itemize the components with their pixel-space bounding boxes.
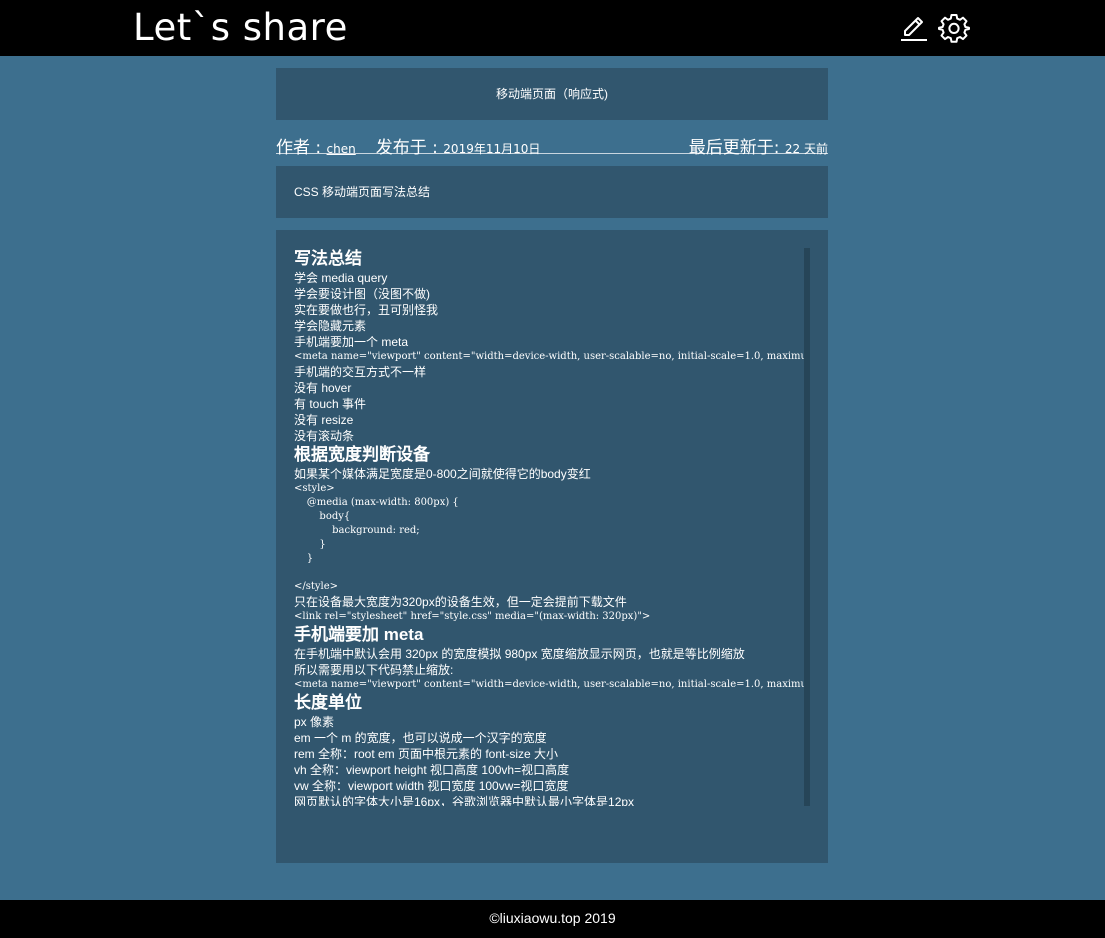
content-line: 学会要设计图（没图不做)	[294, 287, 430, 301]
code-line: <meta name="viewport" content="width=dev…	[294, 351, 806, 362]
content-scrollbar-thumb[interactable]	[804, 248, 810, 806]
content-line: 网页默认的字体大小是16px，谷歌浏览器中默认最小字体是12px	[294, 795, 635, 806]
content-line: 只在设备最大宽度为320px的设备生效，但一定会提前下载文件	[294, 595, 627, 609]
content-line: 如果某个媒体满足宽度是0-800之间就使得它的body变红	[294, 467, 591, 481]
content-line: 没有滚动条	[294, 429, 355, 443]
footer: ©liuxiaowu.top 2019	[0, 900, 1105, 938]
content-line: 在手机端中默认会用 320px 的宽度模拟 980px 宽度缩放显示网页，也就是…	[294, 647, 745, 661]
post-title: 移动端页面（响应式)	[496, 87, 608, 101]
code-line: <link rel="stylesheet" href="style.css" …	[294, 611, 651, 622]
post-content-panel: 写法总结 学会 media query 学会要设计图（没图不做) 实在要做也行，…	[276, 230, 828, 863]
post-title-panel: 移动端页面（响应式)	[276, 68, 828, 120]
content-line: vw 全称：viewport width 视口宽度 100vw=视口宽度	[294, 779, 569, 793]
content-line: 没有 resize	[294, 413, 354, 427]
code-line: <meta name="viewport" content="width=dev…	[294, 679, 806, 690]
post-content[interactable]: 写法总结 学会 media query 学会要设计图（没图不做) 实在要做也行，…	[294, 248, 806, 806]
content-line: 有 touch 事件	[294, 397, 367, 411]
code-block: <style> @media (max-width: 800px) { body…	[294, 483, 459, 592]
content-line: 所以需要用以下代码禁止缩放:	[294, 663, 454, 677]
section-heading: 手机端要加 meta	[294, 625, 424, 644]
content-line: 学会隐藏元素	[294, 319, 367, 333]
updated-value: 22 天前	[784, 142, 828, 156]
post-meta: 作者 : chen 发布于 : 2019年11月10日 最后更新于: 22 天前	[276, 130, 828, 158]
published-date: 2019年11月10日	[443, 142, 541, 156]
published-label: 发布于 :	[375, 138, 444, 158]
content-scrollbar[interactable]	[804, 248, 810, 806]
content-line: 没有 hover	[294, 381, 352, 395]
edit-button[interactable]	[898, 12, 930, 44]
post-meta-right: 最后更新于: 22 天前	[689, 133, 828, 158]
post-meta-left: 作者 : chen 发布于 : 2019年11月10日	[276, 133, 540, 158]
updated-label: 最后更新于:	[688, 138, 785, 158]
settings-button[interactable]	[938, 12, 970, 44]
section-heading: 写法总结	[294, 249, 362, 268]
site-brand[interactable]: Let`s share	[133, 6, 348, 50]
content-line: vh 全称：viewport height 视口高度 100vh=视口高度	[294, 763, 570, 777]
section-heading: 长度单位	[294, 693, 362, 712]
content-line: 学会 media query	[294, 271, 388, 285]
content-line: 手机端要加一个 meta	[294, 335, 409, 349]
section-heading: 根据宽度判断设备	[294, 445, 430, 464]
pencil-icon	[898, 12, 930, 44]
content-line: rem 全称：root em 页面中根元素的 font-size 大小	[294, 747, 559, 761]
content-line: px 像素	[294, 715, 335, 729]
footer-copyright: ©liuxiaowu.top 2019	[489, 910, 616, 926]
content-line: em 一个 m 的宽度，也可以说成一个汉字的宽度	[294, 731, 547, 745]
content-line: 实在要做也行，丑可别怪我	[294, 303, 439, 317]
gear-icon	[938, 12, 970, 44]
author-label: 作者 :	[276, 138, 327, 158]
post-summary-panel: CSS 移动端页面写法总结	[276, 166, 828, 218]
author-link[interactable]: chen	[327, 142, 356, 156]
content-line: 手机端的交互方式不一样	[294, 365, 427, 379]
post-summary: CSS 移动端页面写法总结	[294, 185, 431, 199]
top-bar: Let`s share	[0, 0, 1105, 56]
